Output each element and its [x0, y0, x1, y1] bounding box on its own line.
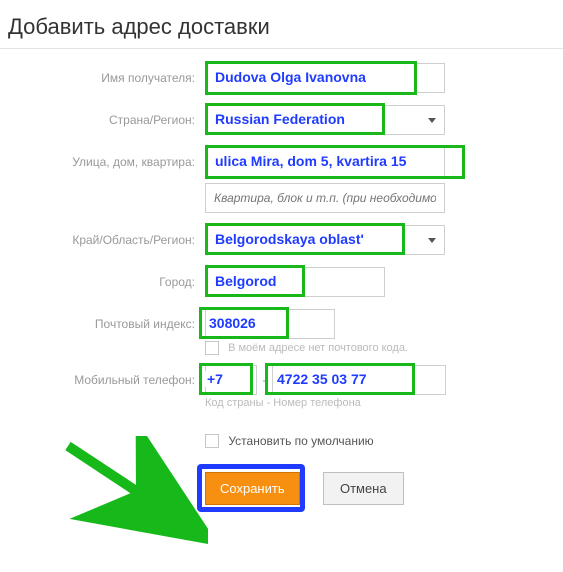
phone-dash: -	[262, 373, 266, 387]
shipping-address-form: Имя получателя: Dudova Olga Ivanovna Стр…	[0, 63, 563, 505]
label-city: Город:	[0, 267, 205, 297]
divider	[0, 48, 563, 49]
address2-input[interactable]	[205, 183, 445, 213]
phone-sub-label: Код страны - Номер телефона	[205, 397, 563, 409]
save-button[interactable]: Сохранить	[205, 472, 300, 505]
row-zip: Почтовый индекс: 308026	[0, 309, 563, 339]
city-input[interactable]	[205, 267, 385, 297]
label-region: Край/Область/Регион:	[0, 225, 205, 255]
set-default-label: Установить по умолчанию	[228, 434, 373, 448]
recipient-input[interactable]	[205, 63, 445, 93]
no-zip-row: В моём адресе нет почтового кода.	[205, 341, 563, 355]
label-street: Улица, дом, квартира:	[0, 147, 205, 177]
phone-number-input[interactable]	[272, 365, 446, 395]
row-phone: Мобильный телефон: - +7 4722 35 03 77	[0, 365, 563, 395]
street-input[interactable]	[205, 147, 445, 177]
region-select[interactable]: x	[205, 225, 445, 255]
row-city: Город: Belgorod	[0, 267, 563, 297]
label-recipient: Имя получателя:	[0, 63, 205, 93]
cancel-button[interactable]: Отмена	[323, 472, 404, 505]
zip-input[interactable]	[205, 309, 335, 339]
label-zip: Почтовый индекс:	[0, 309, 205, 339]
no-zip-checkbox[interactable]	[205, 341, 219, 355]
label-phone: Мобильный телефон:	[0, 365, 205, 395]
row-country: Страна/Регион: x Russian Federation	[0, 105, 563, 135]
set-default-checkbox[interactable]	[205, 434, 219, 448]
country-select[interactable]: x	[205, 105, 445, 135]
button-row: Сохранить Отмена	[205, 472, 563, 505]
row-recipient: Имя получателя: Dudova Olga Ivanovna	[0, 63, 563, 93]
label-country: Страна/Регион:	[0, 105, 205, 135]
chevron-down-icon	[428, 118, 436, 123]
row-addr2	[0, 183, 563, 213]
no-zip-label: В моём адресе нет почтового кода.	[228, 342, 408, 354]
page-title: Добавить адрес доставки	[0, 0, 563, 48]
phone-code-input[interactable]	[205, 365, 257, 395]
row-street: Улица, дом, квартира: ulica Mira, dom 5,…	[0, 147, 563, 177]
set-default-row: Установить по умолчанию	[205, 433, 563, 448]
row-region: Край/Область/Регион: x Belgorodskaya obl…	[0, 225, 563, 255]
chevron-down-icon	[428, 238, 436, 243]
